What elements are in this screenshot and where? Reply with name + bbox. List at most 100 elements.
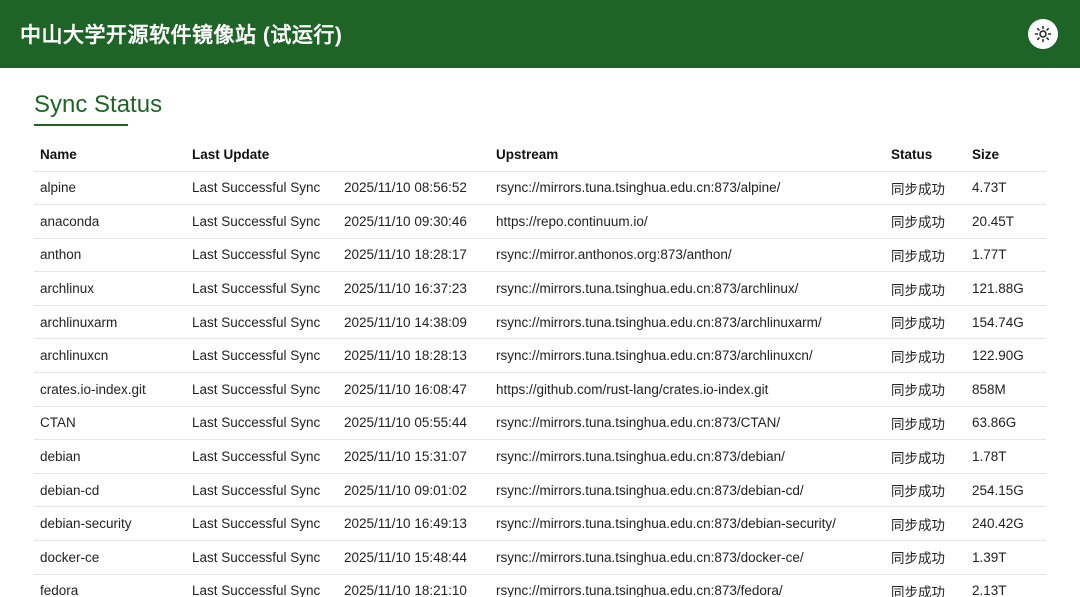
mirror-size: 63.86G bbox=[966, 406, 1046, 441]
sync-time: 2025/11/10 08:56:52 bbox=[338, 171, 490, 206]
column-header-upstream: Upstream bbox=[490, 139, 885, 172]
sun-icon bbox=[1034, 25, 1052, 43]
sync-label: Last Successful Sync bbox=[186, 506, 338, 542]
mirror-size: 1.77T bbox=[966, 238, 1046, 273]
status-badge: 同步成功 bbox=[885, 506, 966, 542]
mirror-size: 154.74G bbox=[966, 305, 1046, 340]
mirror-name: fedora bbox=[34, 574, 186, 597]
column-header-last-update: Last Update bbox=[186, 139, 490, 172]
table-row: docker-ce Last Successful Sync 2025/11/10 … bbox=[34, 540, 1046, 575]
sync-label: Last Successful Sync bbox=[186, 338, 338, 374]
mirror-size: 1.39T bbox=[966, 540, 1046, 575]
sync-label: Last Successful Sync bbox=[186, 171, 338, 206]
table-row: debian-cd Last Successful Sync 2025/11/10 … bbox=[34, 473, 1046, 508]
sync-time: 2025/11/10 09:30:46 bbox=[338, 204, 490, 239]
sync-time: 2025/11/10 16:08:47 bbox=[338, 372, 490, 407]
status-badge: 同步成功 bbox=[885, 574, 966, 597]
table-row: archlinuxcn Last Successful Sync 2025/11/1… bbox=[34, 338, 1046, 374]
sync-label: Last Successful Sync bbox=[186, 439, 338, 474]
sync-label: Last Successful Sync bbox=[186, 540, 338, 575]
upstream-url: rsync://mirrors.tuna.tsinghua.edu.cn:873… bbox=[490, 506, 885, 542]
status-badge: 同步成功 bbox=[885, 439, 966, 474]
upstream-url: rsync://mirror.anthonos.org:873/anthon/ bbox=[490, 238, 885, 273]
top-app-bar: 中山大学开源软件镜像站 (试运行) bbox=[0, 0, 1080, 68]
upstream-url: rsync://mirrors.tuna.tsinghua.edu.cn:873… bbox=[490, 338, 885, 374]
mirror-size: 254.15G bbox=[966, 473, 1046, 508]
upstream-url: https://github.com/rust-lang/crates.io-i… bbox=[490, 372, 885, 407]
mirror-size: 20.45T bbox=[966, 204, 1046, 239]
sync-status-table: Name Last Update Upstream Status Size al… bbox=[34, 139, 1046, 597]
sync-label: Last Successful Sync bbox=[186, 271, 338, 306]
status-badge: 同步成功 bbox=[885, 406, 966, 441]
mirror-size: 122.90G bbox=[966, 338, 1046, 374]
mirror-size: 4.73T bbox=[966, 171, 1046, 206]
theme-toggle-button[interactable] bbox=[1028, 19, 1058, 49]
mirror-name: docker-ce bbox=[34, 540, 186, 575]
mirror-name: anthon bbox=[34, 238, 186, 273]
table-row: debian-security Last Successful Sync 2025/… bbox=[34, 506, 1046, 542]
status-badge: 同步成功 bbox=[885, 540, 966, 575]
sync-time: 2025/11/10 14:38:09 bbox=[338, 305, 490, 340]
status-badge: 同步成功 bbox=[885, 305, 966, 340]
upstream-url: rsync://mirrors.tuna.tsinghua.edu.cn:873… bbox=[490, 574, 885, 597]
sync-time: 2025/11/10 16:49:13 bbox=[338, 506, 490, 542]
mirror-name: CTAN bbox=[34, 406, 186, 441]
sync-time: 2025/11/10 15:31:07 bbox=[338, 439, 490, 474]
sync-time: 2025/11/10 18:28:17 bbox=[338, 238, 490, 273]
sync-label: Last Successful Sync bbox=[186, 204, 338, 239]
column-header-name: Name bbox=[34, 139, 186, 172]
sync-time: 2025/11/10 15:48:44 bbox=[338, 540, 490, 575]
mirror-name: debian-cd bbox=[34, 473, 186, 508]
mirror-name: debian bbox=[34, 439, 186, 474]
mirror-size: 121.88G bbox=[966, 271, 1046, 306]
status-badge: 同步成功 bbox=[885, 338, 966, 374]
table-row: CTAN Last Successful Sync 2025/11/10 05:55… bbox=[34, 406, 1046, 441]
upstream-url: rsync://mirrors.tuna.tsinghua.edu.cn:873… bbox=[490, 473, 885, 508]
sync-time: 2025/11/10 18:21:10 bbox=[338, 574, 490, 597]
upstream-url: rsync://mirrors.tuna.tsinghua.edu.cn:873… bbox=[490, 271, 885, 306]
status-badge: 同步成功 bbox=[885, 372, 966, 407]
main-content: Sync Status Name Last Update Upstream St… bbox=[34, 88, 1046, 597]
mirror-size: 1.78T bbox=[966, 439, 1046, 474]
sync-label: Last Successful Sync bbox=[186, 406, 338, 441]
table-row: alpine Last Successful Sync 2025/11/10 08:… bbox=[34, 171, 1046, 206]
mirror-name: alpine bbox=[34, 171, 186, 206]
upstream-url: rsync://mirrors.tuna.tsinghua.edu.cn:873… bbox=[490, 305, 885, 340]
site-title[interactable]: 中山大学开源软件镜像站 (试运行) bbox=[20, 19, 342, 49]
status-badge: 同步成功 bbox=[885, 271, 966, 306]
table-row: anthon Last Successful Sync 2025/11/10 18:… bbox=[34, 238, 1046, 273]
mirror-name: archlinuxcn bbox=[34, 338, 186, 374]
column-header-size: Size bbox=[966, 139, 1046, 172]
sync-time: 2025/11/10 09:01:02 bbox=[338, 473, 490, 508]
upstream-url: rsync://mirrors.tuna.tsinghua.edu.cn:873… bbox=[490, 439, 885, 474]
mirror-name: archlinux bbox=[34, 271, 186, 306]
upstream-url: https://repo.continuum.io/ bbox=[490, 204, 885, 239]
sync-label: Last Successful Sync bbox=[186, 473, 338, 508]
mirror-name: anaconda bbox=[34, 204, 186, 239]
table-row: anaconda Last Successful Sync 2025/11/10 0… bbox=[34, 204, 1046, 239]
column-header-status: Status bbox=[885, 139, 966, 172]
sync-label: Last Successful Sync bbox=[186, 238, 338, 273]
sync-label: Last Successful Sync bbox=[186, 305, 338, 340]
status-badge: 同步成功 bbox=[885, 171, 966, 206]
status-badge: 同步成功 bbox=[885, 473, 966, 508]
mirror-name: archlinuxarm bbox=[34, 305, 186, 340]
table-row: crates.io-index.git Last Successful Sync 2… bbox=[34, 372, 1046, 407]
table-header-row: Name Last Update Upstream Status Size bbox=[34, 139, 1046, 172]
upstream-url: rsync://mirrors.tuna.tsinghua.edu.cn:873… bbox=[490, 406, 885, 441]
mirror-name: debian-security bbox=[34, 506, 186, 542]
mirror-size: 2.13T bbox=[966, 574, 1046, 597]
mirror-name: crates.io-index.git bbox=[34, 372, 186, 407]
table-row: debian Last Successful Sync 2025/11/10 15:… bbox=[34, 439, 1046, 474]
table-row: archlinux Last Successful Sync 2025/11/10 … bbox=[34, 271, 1046, 306]
table-row: archlinuxarm Last Successful Sync 2025/11/… bbox=[34, 305, 1046, 340]
sync-time: 2025/11/10 05:55:44 bbox=[338, 406, 490, 441]
sync-label: Last Successful Sync bbox=[186, 372, 338, 407]
mirror-size: 240.42G bbox=[966, 506, 1046, 542]
sync-time: 2025/11/10 18:28:13 bbox=[338, 338, 490, 374]
sync-time: 2025/11/10 16:37:23 bbox=[338, 271, 490, 306]
status-badge: 同步成功 bbox=[885, 204, 966, 239]
table-row: fedora Last Successful Sync 2025/11/10 18:… bbox=[34, 574, 1046, 597]
upstream-url: rsync://mirrors.tuna.tsinghua.edu.cn:873… bbox=[490, 171, 885, 206]
upstream-url: rsync://mirrors.tuna.tsinghua.edu.cn:873… bbox=[490, 540, 885, 575]
